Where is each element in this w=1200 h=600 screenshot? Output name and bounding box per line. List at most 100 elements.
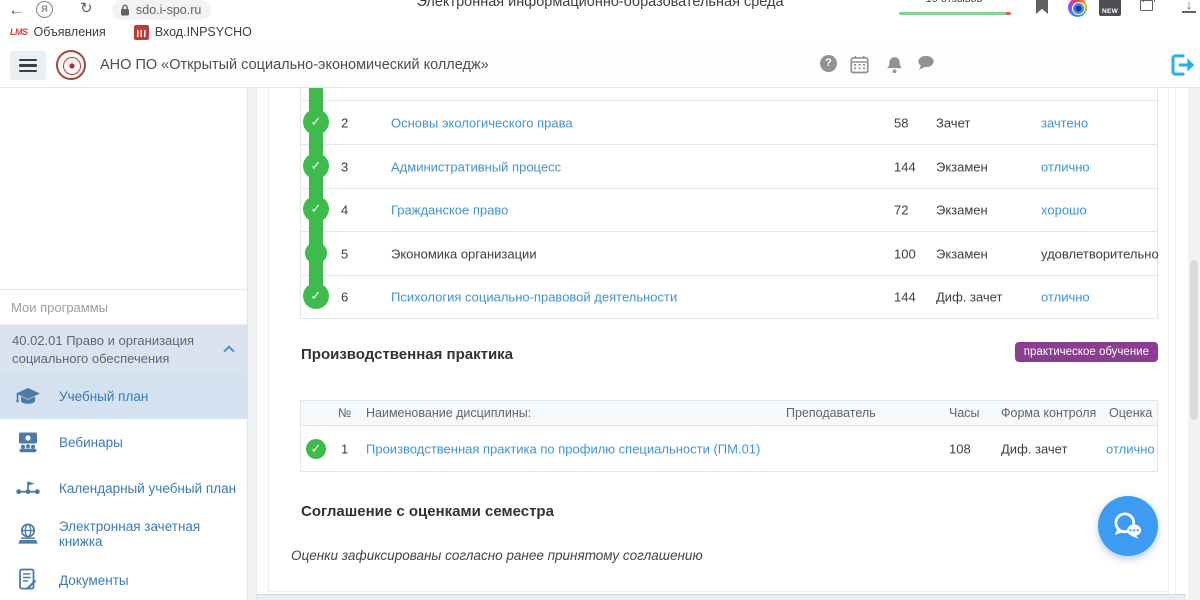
calendar-icon[interactable] [850,55,869,74]
table-row: 1 Производственная практика по профилю с… [301,426,1157,471]
bookmark-icon[interactable] [1036,0,1048,14]
check-icon [303,283,329,309]
col-discipline: Наименование дисциплины: [366,406,531,420]
hours-cell: 72 [894,203,908,218]
sidebar-item-label: Вебинары [59,435,123,450]
sidebar-scrollbar[interactable] [248,88,257,600]
col-hours: Часы [949,406,980,420]
check-icon [303,196,329,222]
check-icon [306,439,326,459]
address-bar[interactable]: sdo.i-spo.ru [112,0,211,20]
download-icon[interactable] [1182,0,1196,13]
extension-icon[interactable] [1068,0,1087,17]
hours-cell: 100 [894,246,916,261]
sidebar-caption: Мои программы [0,289,247,325]
sidebar-item-gradebook[interactable]: Электронная зачетная книжка [0,511,247,557]
sidebar-item-label: Учебный план [59,389,148,404]
col-teacher: Преподаватель [786,406,876,420]
program-header[interactable]: 40.02.01 Право и организация социального… [0,325,247,374]
check-icon [303,109,329,135]
grade-link[interactable]: отлично [1041,159,1090,174]
content-scrollbar[interactable] [1168,88,1176,600]
site-favicon [134,25,149,40]
table-row: 4 Гражданское право 72 Экзамен хорошо [301,188,1157,231]
course-link[interactable]: Основы экологического права [391,115,573,130]
url-text: sdo.i-spo.ru [136,3,201,17]
chat-bubbles-icon [1110,510,1146,542]
sidebar-item-curriculum[interactable]: Учебный план [0,374,247,419]
control-cell: Диф. зачет [1001,441,1067,456]
table-row: 2 Основы экологического права 58 Зачет з… [301,100,1157,144]
reviews-rating-bar [899,12,1011,15]
hours-cell: 58 [894,115,908,130]
practice-heading: Производственная практика [301,346,513,363]
courses-table: 2 Основы экологического права 58 Зачет з… [300,88,1158,319]
reviews-widget[interactable]: 19 отзывов [893,0,1015,22]
lms-favicon: LMS [10,27,28,37]
hours-cell: 144 [894,290,916,305]
row-number: 2 [341,115,348,130]
control-cell: Экзамен [936,159,988,174]
table-row-partial [301,88,1157,100]
back-icon[interactable] [8,0,25,20]
window-icon[interactable] [1140,0,1153,11]
reload-icon[interactable] [80,0,93,19]
grade-link[interactable]: зачтено [1041,115,1088,130]
help-icon[interactable] [820,55,837,72]
grade-link[interactable]: отлично [1106,441,1155,456]
lock-icon [120,4,130,16]
graduation-cap-icon [15,386,41,408]
row-number: 4 [341,203,348,218]
page-scrollbar[interactable] [1188,42,1200,600]
practice-badge[interactable]: практическое обучение [1015,342,1158,362]
col-control: Форма контроля [1001,406,1096,420]
bookmark-label: Объявления [34,25,106,39]
sidebar-item-label: Документы [59,573,129,588]
course-link[interactable]: Административный процесс [391,159,561,174]
sidebar-nav: Учебный план Вебинары Календарный учебны… [0,374,247,600]
chat-widget-button[interactable] [1098,496,1158,556]
course-link[interactable]: Гражданское право [391,203,508,218]
practice-link[interactable]: Производственная практика по профилю спе… [366,441,760,456]
grade-cell: удовлетворительно [1041,246,1159,261]
menu-icon[interactable] [10,51,46,80]
table-row: 3 Административный процесс 144 Экзамен о… [301,144,1157,188]
sidebar-item-label: Электронная зачетная книжка [59,519,247,549]
table-row: 6 Психология социально-правовой деятельн… [301,275,1157,318]
app-header: АНО ПО «Открытый социально-экономический… [0,42,1200,88]
chevron-up-icon [223,345,234,356]
row-number: 5 [341,246,348,261]
control-cell: Диф. зачет [936,290,1002,305]
bookmark-inpsycho[interactable]: Вход.INPSYCHO [134,25,252,40]
reviews-label: 19 отзывов [893,0,1015,5]
grade-link[interactable]: хорошо [1041,203,1087,218]
scrollbar-thumb[interactable] [1190,260,1198,420]
chat-icon[interactable] [917,55,936,71]
row-number: 3 [341,159,348,174]
col-grade: Оценка [1109,406,1152,420]
course-link[interactable]: Психология социально-правовой деятельнос… [391,290,677,305]
control-cell: Экзамен [936,246,988,261]
sidebar-item-webinars[interactable]: Вебинары [0,419,247,465]
col-number: № [338,406,351,420]
bookmark-announcements[interactable]: LMS Объявления [10,25,106,39]
control-cell: Зачет [936,115,970,130]
course-name: Экономика организации [391,246,537,261]
practice-table: № Наименование дисциплины: Преподаватель… [300,400,1158,472]
timeline-dot [305,242,327,264]
program-line-2: социального обеспечения [12,350,194,368]
bookmarks-bar: LMS Объявления Вход.INPSYCHO [0,22,1200,42]
logout-icon[interactable] [1168,52,1196,78]
sidebar-item-documents[interactable]: Документы [0,557,247,600]
table-row: 5 Экономика организации 100 Экзамен удов… [301,231,1157,275]
sidebar-item-calendar-plan[interactable]: Календарный учебный план [0,465,247,511]
new-extension-badge[interactable]: NEW [1099,0,1121,16]
grade-link[interactable]: отлично [1041,290,1090,305]
program-line-1: 40.02.01 Право и организация [12,332,194,350]
hours-cell: 144 [894,159,916,174]
browser-circle-icon[interactable]: Я [36,1,53,18]
bookmark-label: Вход.INPSYCHO [155,25,252,39]
footer-strip [257,594,1186,600]
screen: Я sdo.i-spo.ru Электронная информационно… [0,0,1200,600]
bell-icon[interactable] [886,55,903,75]
